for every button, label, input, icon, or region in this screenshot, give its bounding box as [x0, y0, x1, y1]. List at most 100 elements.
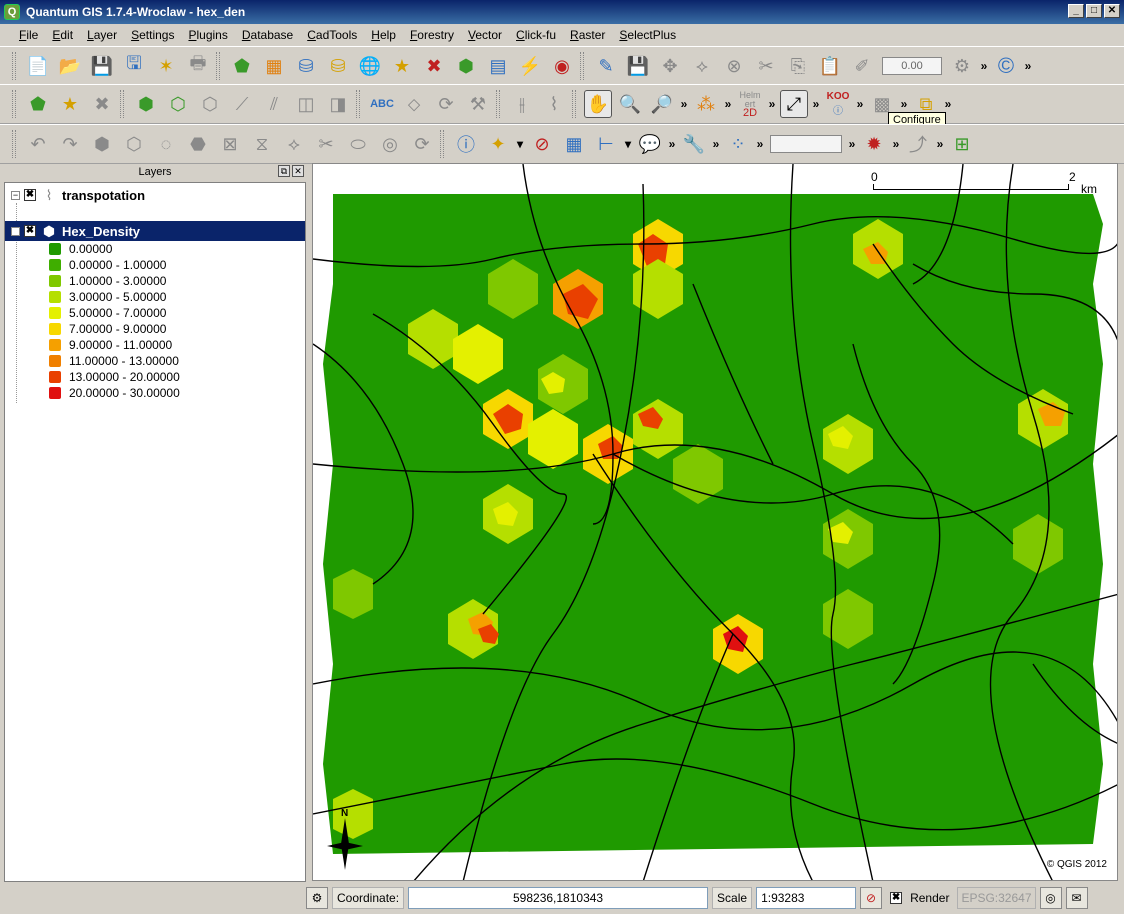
add-wms-layer-icon[interactable]: 🌐 [356, 52, 384, 80]
select-dropdown-icon[interactable]: ▾ [514, 137, 526, 151]
remove-layer-icon[interactable]: ✖ [420, 52, 448, 80]
toolbar-overflow-icon[interactable]: » [666, 137, 678, 151]
menu-click-fu[interactable]: Click-fu [509, 25, 563, 45]
copyright-label-icon[interactable]: © [992, 52, 1020, 80]
digitize-icon[interactable]: ✐ [848, 52, 876, 80]
add-layer-icon[interactable]: ⊞ [948, 130, 976, 158]
add-wfs-layer-icon[interactable]: ⬢ [452, 52, 480, 80]
zoom-out-icon[interactable]: 🔎 [648, 90, 676, 118]
add-vector-layer-icon[interactable]: ⬟ [228, 52, 256, 80]
menu-selectplus[interactable]: SelectPlus [612, 25, 683, 45]
menu-forestry[interactable]: Forestry [403, 25, 461, 45]
projection-icon[interactable]: ◎ [1039, 887, 1062, 909]
toolbar-grip[interactable] [440, 130, 444, 158]
reshape-icon[interactable]: ⟋ [228, 90, 256, 118]
render-toggle[interactable]: ✖ Render [886, 891, 953, 905]
merge-selected-icon[interactable]: ⬭ [344, 130, 372, 158]
maximize-button[interactable]: □ [1086, 4, 1102, 18]
paste-features-icon[interactable]: 📋 [816, 52, 844, 80]
helmert-2d-icon[interactable]: Helm ert 2D [736, 90, 764, 118]
menu-raster[interactable]: Raster [563, 25, 612, 45]
rotate-feature-icon[interactable]: ⟳ [408, 130, 436, 158]
new-shapefile-icon[interactable]: ★ [388, 52, 416, 80]
toolbar-grip[interactable] [12, 130, 16, 158]
toolbar-overflow-icon[interactable]: » [1022, 59, 1034, 73]
georeferencer-icon[interactable]: ⁂ [692, 90, 720, 118]
save-edits-icon[interactable]: 💾 [624, 52, 652, 80]
rotate-point-icon[interactable]: ⬢ [88, 130, 116, 158]
undo-icon[interactable]: ↶ [24, 130, 52, 158]
crs-status[interactable]: EPSG:32647 [957, 887, 1036, 909]
stop-render-icon[interactable]: ⊘ [860, 887, 883, 909]
close-button[interactable]: ✕ [1104, 4, 1120, 18]
merge-features-icon[interactable]: ◫ [292, 90, 320, 118]
select-features-icon[interactable]: ✦ [484, 130, 512, 158]
units-combo[interactable]: 0.00 [882, 57, 942, 75]
toolbar-overflow-icon[interactable]: » [710, 137, 722, 151]
toolbar-grip[interactable] [496, 90, 500, 118]
toolbar-grip[interactable] [12, 52, 16, 80]
gps-capture-icon[interactable]: ✹ [860, 130, 888, 158]
render-checkbox[interactable]: ✖ [890, 892, 903, 904]
map-canvas[interactable]: 0 2 km N © QGIS 2012 [312, 163, 1118, 881]
processing-icon[interactable]: ⤴ [904, 130, 932, 158]
toolbar-overflow-icon[interactable]: » [898, 97, 910, 111]
move-feature-icon[interactable]: ✥ [656, 52, 684, 80]
add-spatialite-layer-icon[interactable]: ⛁ [324, 52, 352, 80]
toolbar-overflow-icon[interactable]: » [934, 137, 946, 151]
delete-part-icon[interactable]: ⊠ [216, 130, 244, 158]
coordinate-field[interactable]: 598236,1810343 [408, 887, 709, 909]
reshape-features-icon[interactable]: ⧖ [248, 130, 276, 158]
merge-attributes-icon[interactable]: ◨ [324, 90, 352, 118]
toolbar-grip[interactable] [12, 90, 16, 118]
open-project-icon[interactable]: 📂 [56, 52, 84, 80]
merge-attr-icon[interactable]: ◎ [376, 130, 404, 158]
menu-vector[interactable]: Vector [461, 25, 509, 45]
koo-icon[interactable]: KOO ⓘ [824, 90, 852, 118]
simplify-feature-icon[interactable]: ⬡ [120, 130, 148, 158]
new-project-icon[interactable]: 📄 [24, 52, 52, 80]
map-tips-icon[interactable]: 💬 [636, 130, 664, 158]
collapse-icon[interactable]: − [11, 190, 20, 200]
scale-field[interactable]: 1:93283 [756, 887, 857, 909]
new-layer-icon[interactable]: ★ [56, 90, 84, 118]
toolbar-overflow-icon[interactable]: » [978, 59, 990, 73]
toolbar-overflow-icon[interactable]: » [846, 137, 858, 151]
add-feature-icon[interactable]: ⬟ [24, 90, 52, 118]
toolbar-overflow-icon[interactable]: » [766, 97, 778, 111]
topology-checker-icon[interactable]: ⁘ [724, 130, 752, 158]
print-icon[interactable]: 🖶 [184, 52, 212, 80]
minimize-button[interactable]: _ [1068, 4, 1084, 18]
toolbar-overflow-icon[interactable]: » [890, 137, 902, 151]
add-delimited-text-icon[interactable]: ▤ [484, 52, 512, 80]
add-postgis-layer-icon[interactable]: ⛁ [292, 52, 320, 80]
add-island-icon[interactable]: ⬡ [164, 90, 192, 118]
menu-layer[interactable]: Layer [80, 25, 124, 45]
layer-visibility-checkbox[interactable]: ✖ [24, 225, 36, 237]
configure-icon[interactable]: ⤢ [780, 90, 808, 118]
split-parts-icon[interactable]: ✂ [312, 130, 340, 158]
save-project-icon[interactable]: 💾 [88, 52, 116, 80]
toolbar-grip[interactable] [580, 52, 584, 80]
label-tool-icon[interactable]: ABC [368, 90, 396, 118]
messages-icon[interactable]: ✉ [1065, 887, 1088, 909]
toolbar-grip[interactable] [216, 52, 220, 80]
split-feature-icon[interactable]: ⫽ [260, 90, 288, 118]
add-part-icon[interactable]: ⬣ [184, 130, 212, 158]
layer-row-transpotation[interactable]: − ✖ ⌇ transpotation [5, 185, 305, 205]
collapse-icon[interactable]: − [11, 226, 20, 236]
menu-edit[interactable]: Edit [45, 25, 80, 45]
toolbar-grip[interactable] [120, 90, 124, 118]
gps-tools-icon[interactable]: ⚡ [516, 52, 544, 80]
toolbar-overflow-icon[interactable]: » [754, 137, 766, 151]
plugins-tool-icon[interactable]: 🔧 [680, 130, 708, 158]
toolbar-overflow-icon[interactable]: » [942, 97, 954, 111]
remove-feature-icon[interactable]: ✖ [88, 90, 116, 118]
save-as-icon[interactable]: 🖫 [120, 52, 148, 80]
toolbar-grip[interactable] [356, 90, 360, 118]
snapping-icon[interactable]: ⚙ [948, 52, 976, 80]
add-wcs-layer-icon[interactable]: ◉ [548, 52, 576, 80]
toolbar-overflow-icon[interactable]: » [810, 97, 822, 111]
delete-selected-icon[interactable]: ⊗ [720, 52, 748, 80]
redo-icon[interactable]: ↷ [56, 130, 84, 158]
